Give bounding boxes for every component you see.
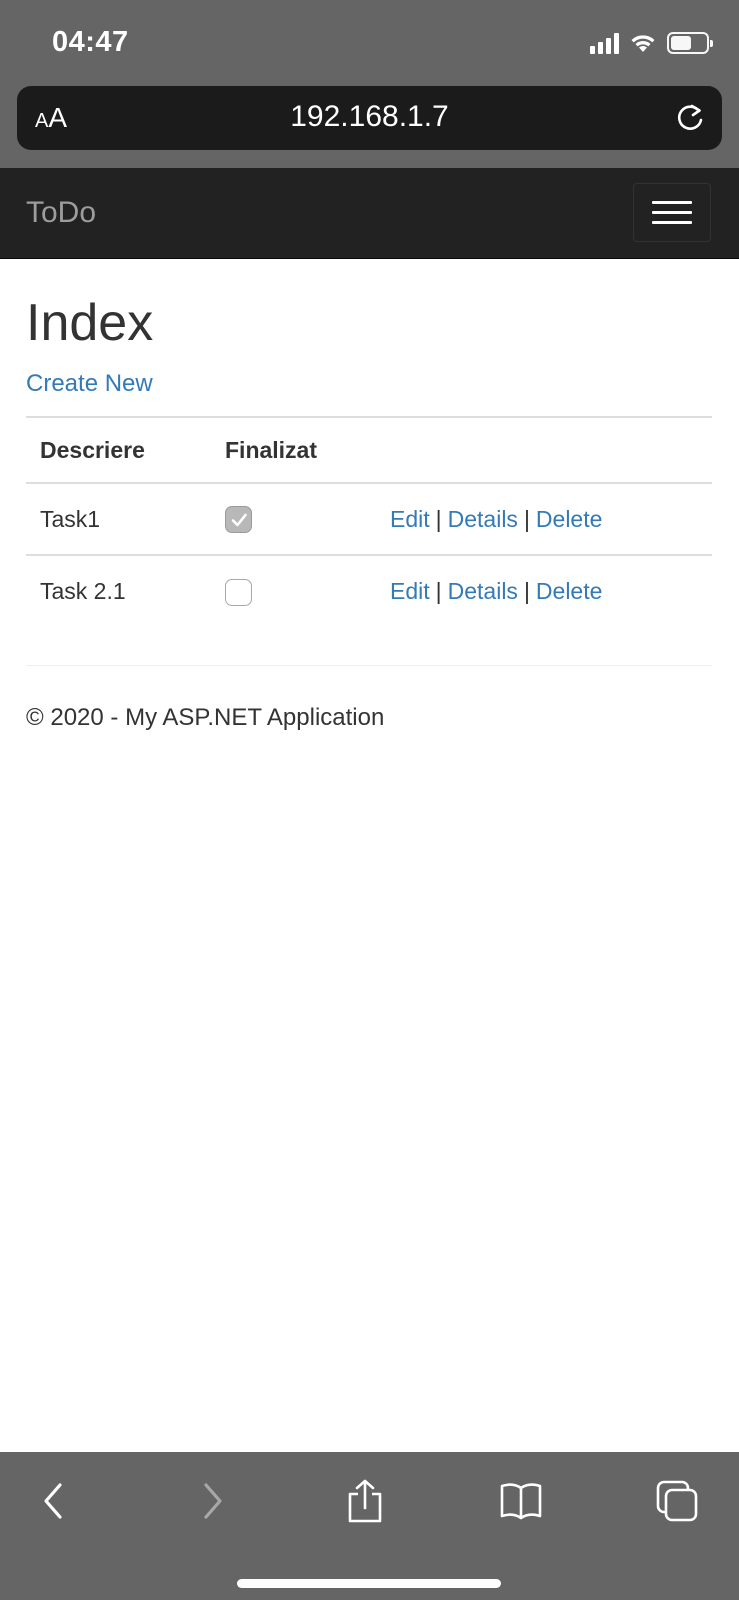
task-description: Task 2.1 bbox=[40, 578, 126, 605]
finalizat-checkbox[interactable] bbox=[225, 578, 252, 606]
home-indicator[interactable] bbox=[237, 1579, 501, 1588]
finalizat-cell bbox=[211, 483, 376, 557]
table-row: Task1 Edit | Details | Delete bbox=[26, 483, 712, 557]
edit-link[interactable]: Edit bbox=[390, 578, 430, 604]
forward-icon bbox=[204, 1483, 222, 1519]
finalizat-checkbox[interactable] bbox=[225, 506, 252, 534]
address-bar[interactable]: AA 192.168.1.7 bbox=[17, 86, 722, 150]
share-button[interactable] bbox=[340, 1476, 390, 1526]
header-finalizat: Finalizat bbox=[211, 417, 376, 485]
reload-icon[interactable] bbox=[672, 100, 708, 136]
back-button[interactable] bbox=[30, 1476, 80, 1526]
tabs-icon bbox=[656, 1480, 698, 1522]
separator: | bbox=[523, 578, 530, 605]
table-row: Task 2.1 Edit | Details | Delete bbox=[26, 555, 712, 627]
row-actions: Edit | Details | Delete bbox=[376, 483, 712, 557]
todo-table: Descriere Finalizat Task1 Edit | Details | D… bbox=[26, 416, 712, 627]
details-link[interactable]: Details bbox=[448, 506, 518, 532]
task-description: Task1 bbox=[26, 483, 211, 557]
status-time: 04:47 bbox=[52, 26, 129, 58]
main-content: Index Create New Descriere Finalizat Tas… bbox=[26, 259, 712, 732]
finalizat-cell bbox=[211, 555, 376, 627]
tabs-button[interactable] bbox=[652, 1476, 702, 1526]
separator: | bbox=[435, 505, 442, 532]
separator: | bbox=[523, 505, 530, 532]
bookmarks-button[interactable] bbox=[496, 1476, 546, 1526]
battery-icon bbox=[667, 32, 713, 54]
edit-link[interactable]: Edit bbox=[390, 506, 430, 532]
forward-button[interactable] bbox=[186, 1476, 236, 1526]
navbar: ToDo bbox=[0, 168, 739, 259]
hamburger-icon bbox=[652, 201, 692, 204]
table-header-row: Descriere Finalizat bbox=[26, 417, 712, 485]
wifi-icon bbox=[631, 35, 655, 52]
header-actions bbox=[376, 417, 712, 485]
details-link[interactable]: Details bbox=[448, 578, 518, 604]
delete-link[interactable]: Delete bbox=[536, 578, 602, 604]
header-descriere: Descriere bbox=[26, 417, 211, 485]
delete-link[interactable]: Delete bbox=[536, 506, 602, 532]
back-icon bbox=[44, 1483, 62, 1519]
status-icons bbox=[590, 32, 713, 54]
brand-link[interactable]: ToDo bbox=[26, 196, 96, 230]
signal-icon bbox=[590, 32, 619, 54]
share-icon bbox=[348, 1479, 382, 1523]
url-text[interactable]: 192.168.1.7 bbox=[17, 100, 722, 134]
browser-toolbar bbox=[0, 1452, 739, 1600]
row-actions: Edit | Details | Delete bbox=[376, 555, 712, 627]
hamburger-menu-button[interactable] bbox=[633, 183, 711, 242]
create-new-link[interactable]: Create New bbox=[26, 370, 153, 398]
footer-text: © 2020 - My ASP.NET Application bbox=[26, 704, 385, 732]
footer-divider bbox=[26, 665, 712, 667]
browser-address-area: AA 192.168.1.7 bbox=[0, 82, 739, 168]
page-title: Index bbox=[26, 294, 154, 352]
checkmark-icon bbox=[231, 514, 247, 527]
separator: | bbox=[435, 578, 442, 605]
status-bar: 04:47 bbox=[0, 0, 739, 82]
bookmarks-icon bbox=[500, 1483, 542, 1520]
